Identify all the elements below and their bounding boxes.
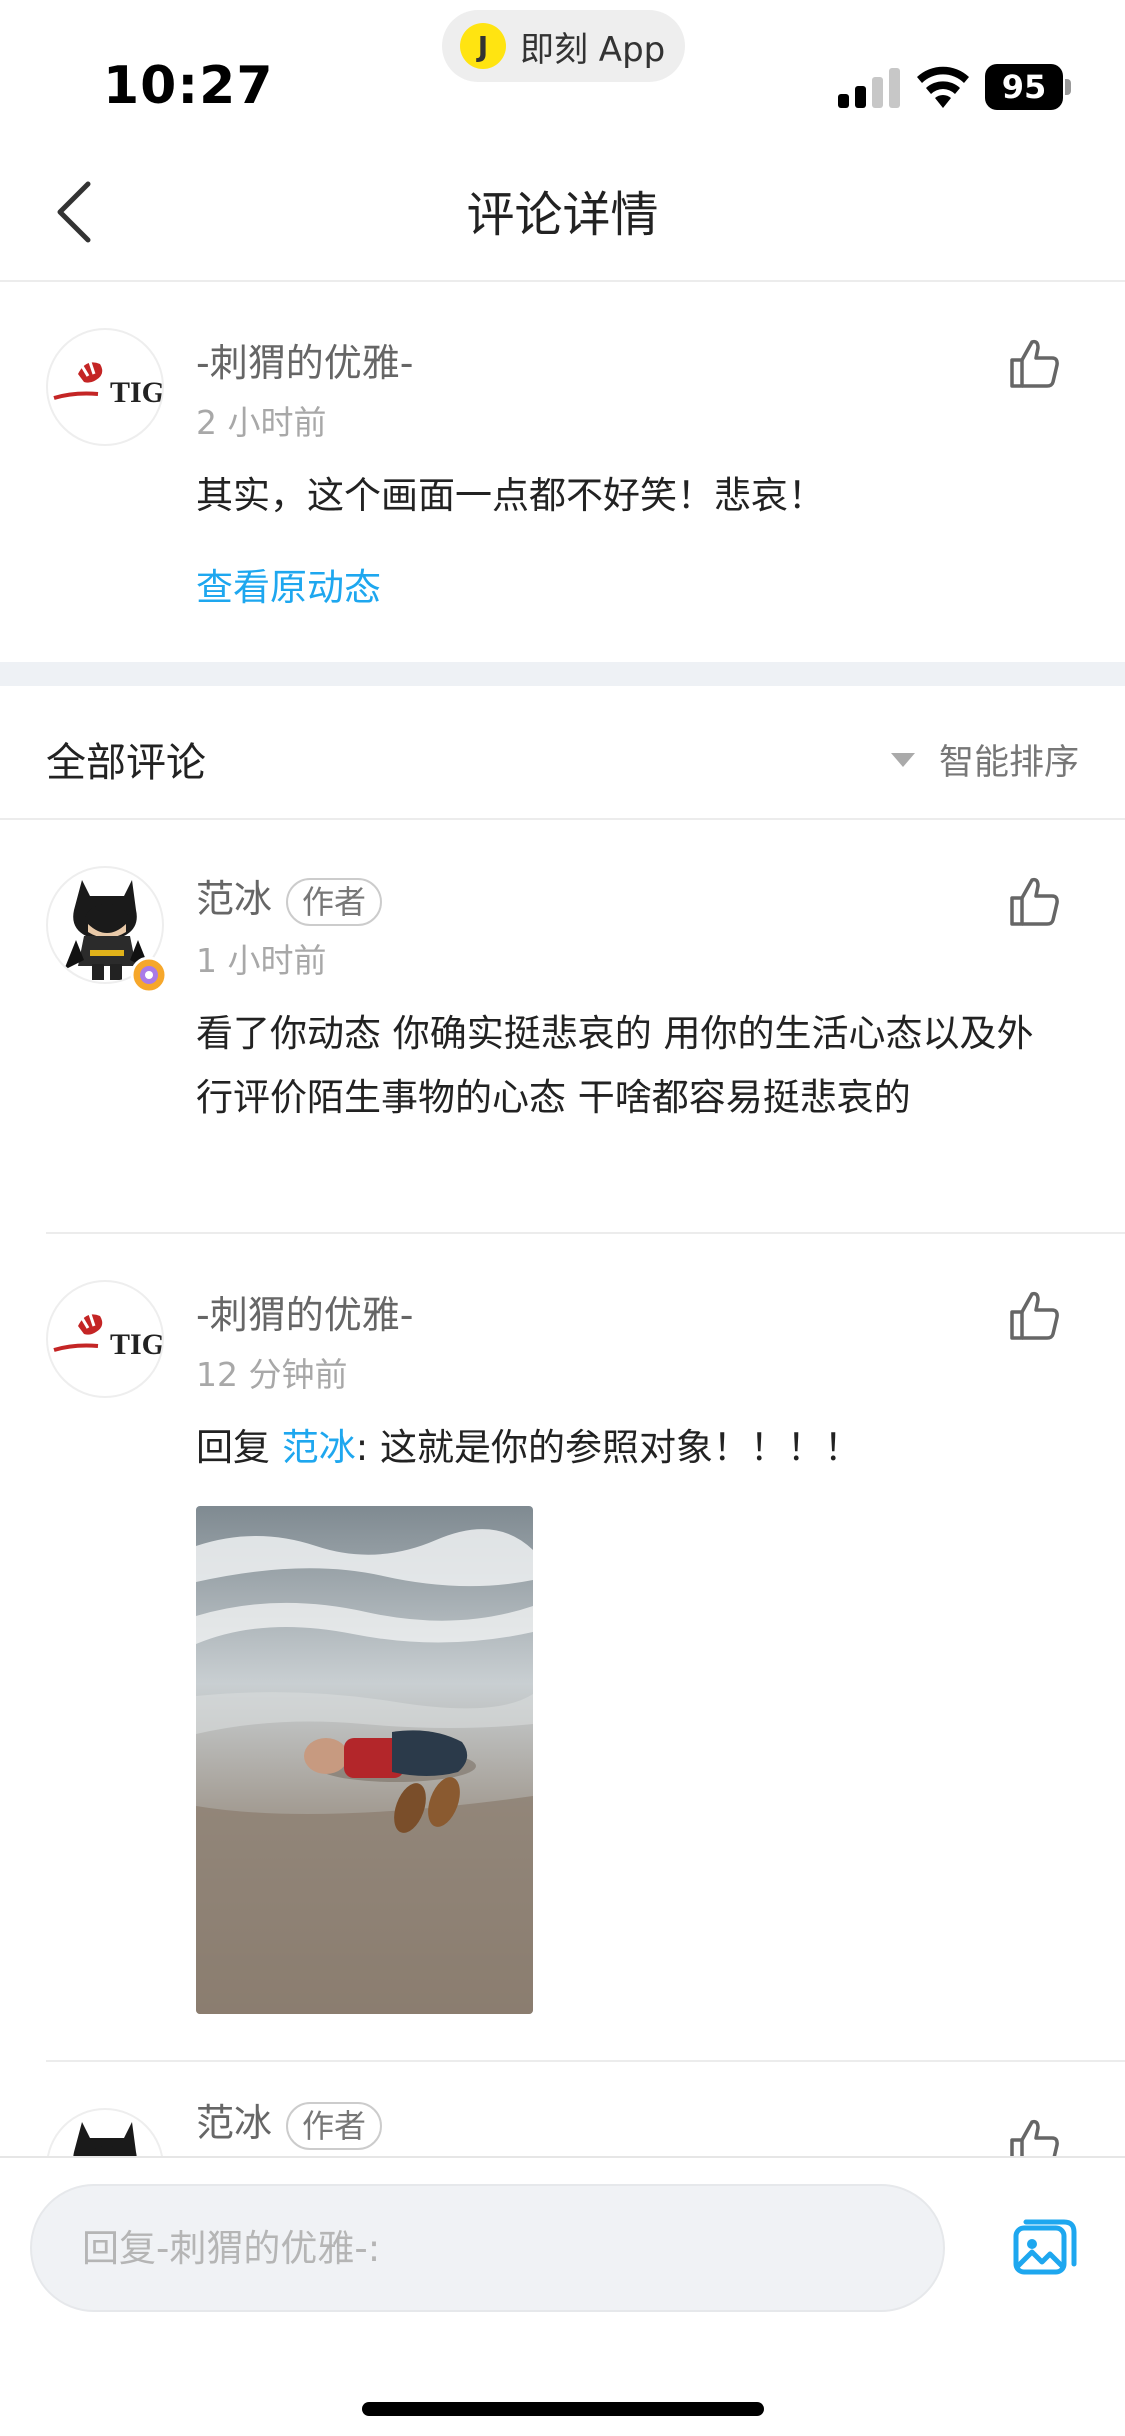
- comment-author[interactable]: 范冰: [196, 2101, 272, 2145]
- sort-triangle-icon: [890, 752, 915, 767]
- comment-time: 12 分钟前: [196, 1355, 348, 1394]
- avatar[interactable]: [46, 2108, 164, 2156]
- comment-text: 其实，这个画面一点都不好笑！悲哀！: [196, 474, 825, 517]
- comment-time: 1 小时前: [196, 941, 327, 980]
- author-badge: 作者: [286, 2101, 383, 2150]
- reply-prefix: 回复: [196, 1426, 282, 1469]
- verified-badge-icon: [130, 956, 168, 994]
- avatar-logo-text: TIG: [110, 376, 164, 409]
- comment-image-attachment[interactable]: [196, 1506, 533, 2014]
- home-indicator: [362, 2402, 764, 2416]
- reply-input[interactable]: [30, 2184, 945, 2312]
- reply-item: 范冰 作者: [0, 2062, 1125, 2156]
- avatar-logo-text: TIG: [110, 1328, 164, 1361]
- back-to-app-pill[interactable]: J 即刻 App: [442, 10, 685, 82]
- view-original-link[interactable]: 查看原动态: [196, 556, 1066, 620]
- page-title: 评论详情: [466, 187, 659, 243]
- avatar[interactable]: TIG: [46, 328, 164, 446]
- thumbs-up-icon[interactable]: [1008, 336, 1064, 392]
- status-time: 10:27: [103, 56, 274, 116]
- comment-text: : 这就是你的参照对象！！！！: [355, 1426, 861, 1469]
- reply-item: TIG -刺猬的优雅- 12 分钟前 回复 范冰: 这就是你的参照对象！！！！: [0, 1234, 1125, 2062]
- reply-item: 范冰 作者 1 小时前 看了你动态 你确实挺悲哀的 用你的生活心态以及外行评价陌生…: [0, 820, 1125, 1234]
- comment-author[interactable]: 范冰: [196, 877, 272, 921]
- beach-photo: [196, 1506, 533, 2014]
- comment-author-row: 范冰 作者: [196, 2092, 383, 2150]
- comment-author[interactable]: -刺猬的优雅-: [196, 1284, 413, 1339]
- comment-time: 2 小时前: [196, 403, 327, 442]
- cellular-signal-icon: [838, 68, 900, 108]
- wifi-icon: [917, 66, 969, 108]
- comment-text: 看了你动态 你确实挺悲哀的 用你的生活心态以及外行评价陌生事物的心态 干啥都容易…: [196, 1012, 1034, 1119]
- nav-bar: 评论详情: [0, 140, 1125, 282]
- sort-label: 智能排序: [938, 743, 1079, 783]
- comment-author[interactable]: -刺猬的优雅-: [196, 332, 413, 387]
- author-badge: 作者: [286, 877, 383, 926]
- battery-level: 95: [985, 64, 1063, 110]
- thumbs-up-icon[interactable]: [1008, 2116, 1064, 2156]
- image-picker-icon[interactable]: [1012, 2218, 1078, 2278]
- battery-icon: 95: [985, 64, 1071, 110]
- status-bar: 10:27 J 即刻 App 95: [0, 0, 1125, 140]
- thumbs-up-icon[interactable]: [1008, 1288, 1064, 1344]
- sort-dropdown[interactable]: 智能排序: [890, 734, 1079, 785]
- comments-section-header: 全部评论 智能排序: [0, 686, 1125, 820]
- comment-author-row: 范冰 作者: [196, 868, 383, 926]
- comment-text-row: 回复 范冰: 这就是你的参照对象！！！！: [196, 1416, 1066, 1480]
- tig-logo-icon: TIG: [53, 1313, 164, 1361]
- tig-logo-icon: TIG: [53, 361, 164, 409]
- reply-to-user-link[interactable]: 范冰: [282, 1426, 356, 1469]
- section-separator: [0, 662, 1125, 686]
- all-comments-label: 全部评论: [46, 740, 206, 786]
- reply-bar: [0, 2156, 1125, 2436]
- batman-avatar-icon: [73, 2122, 137, 2156]
- app-pill-label: 即刻 App: [520, 29, 666, 70]
- jike-logo-icon: J: [460, 23, 506, 69]
- thumbs-up-icon[interactable]: [1008, 874, 1064, 930]
- main-comment: TIG -刺猬的优雅- 2 小时前 其实，这个画面一点都不好笑！悲哀！ 查看原动…: [0, 282, 1125, 662]
- avatar[interactable]: TIG: [46, 1280, 164, 1398]
